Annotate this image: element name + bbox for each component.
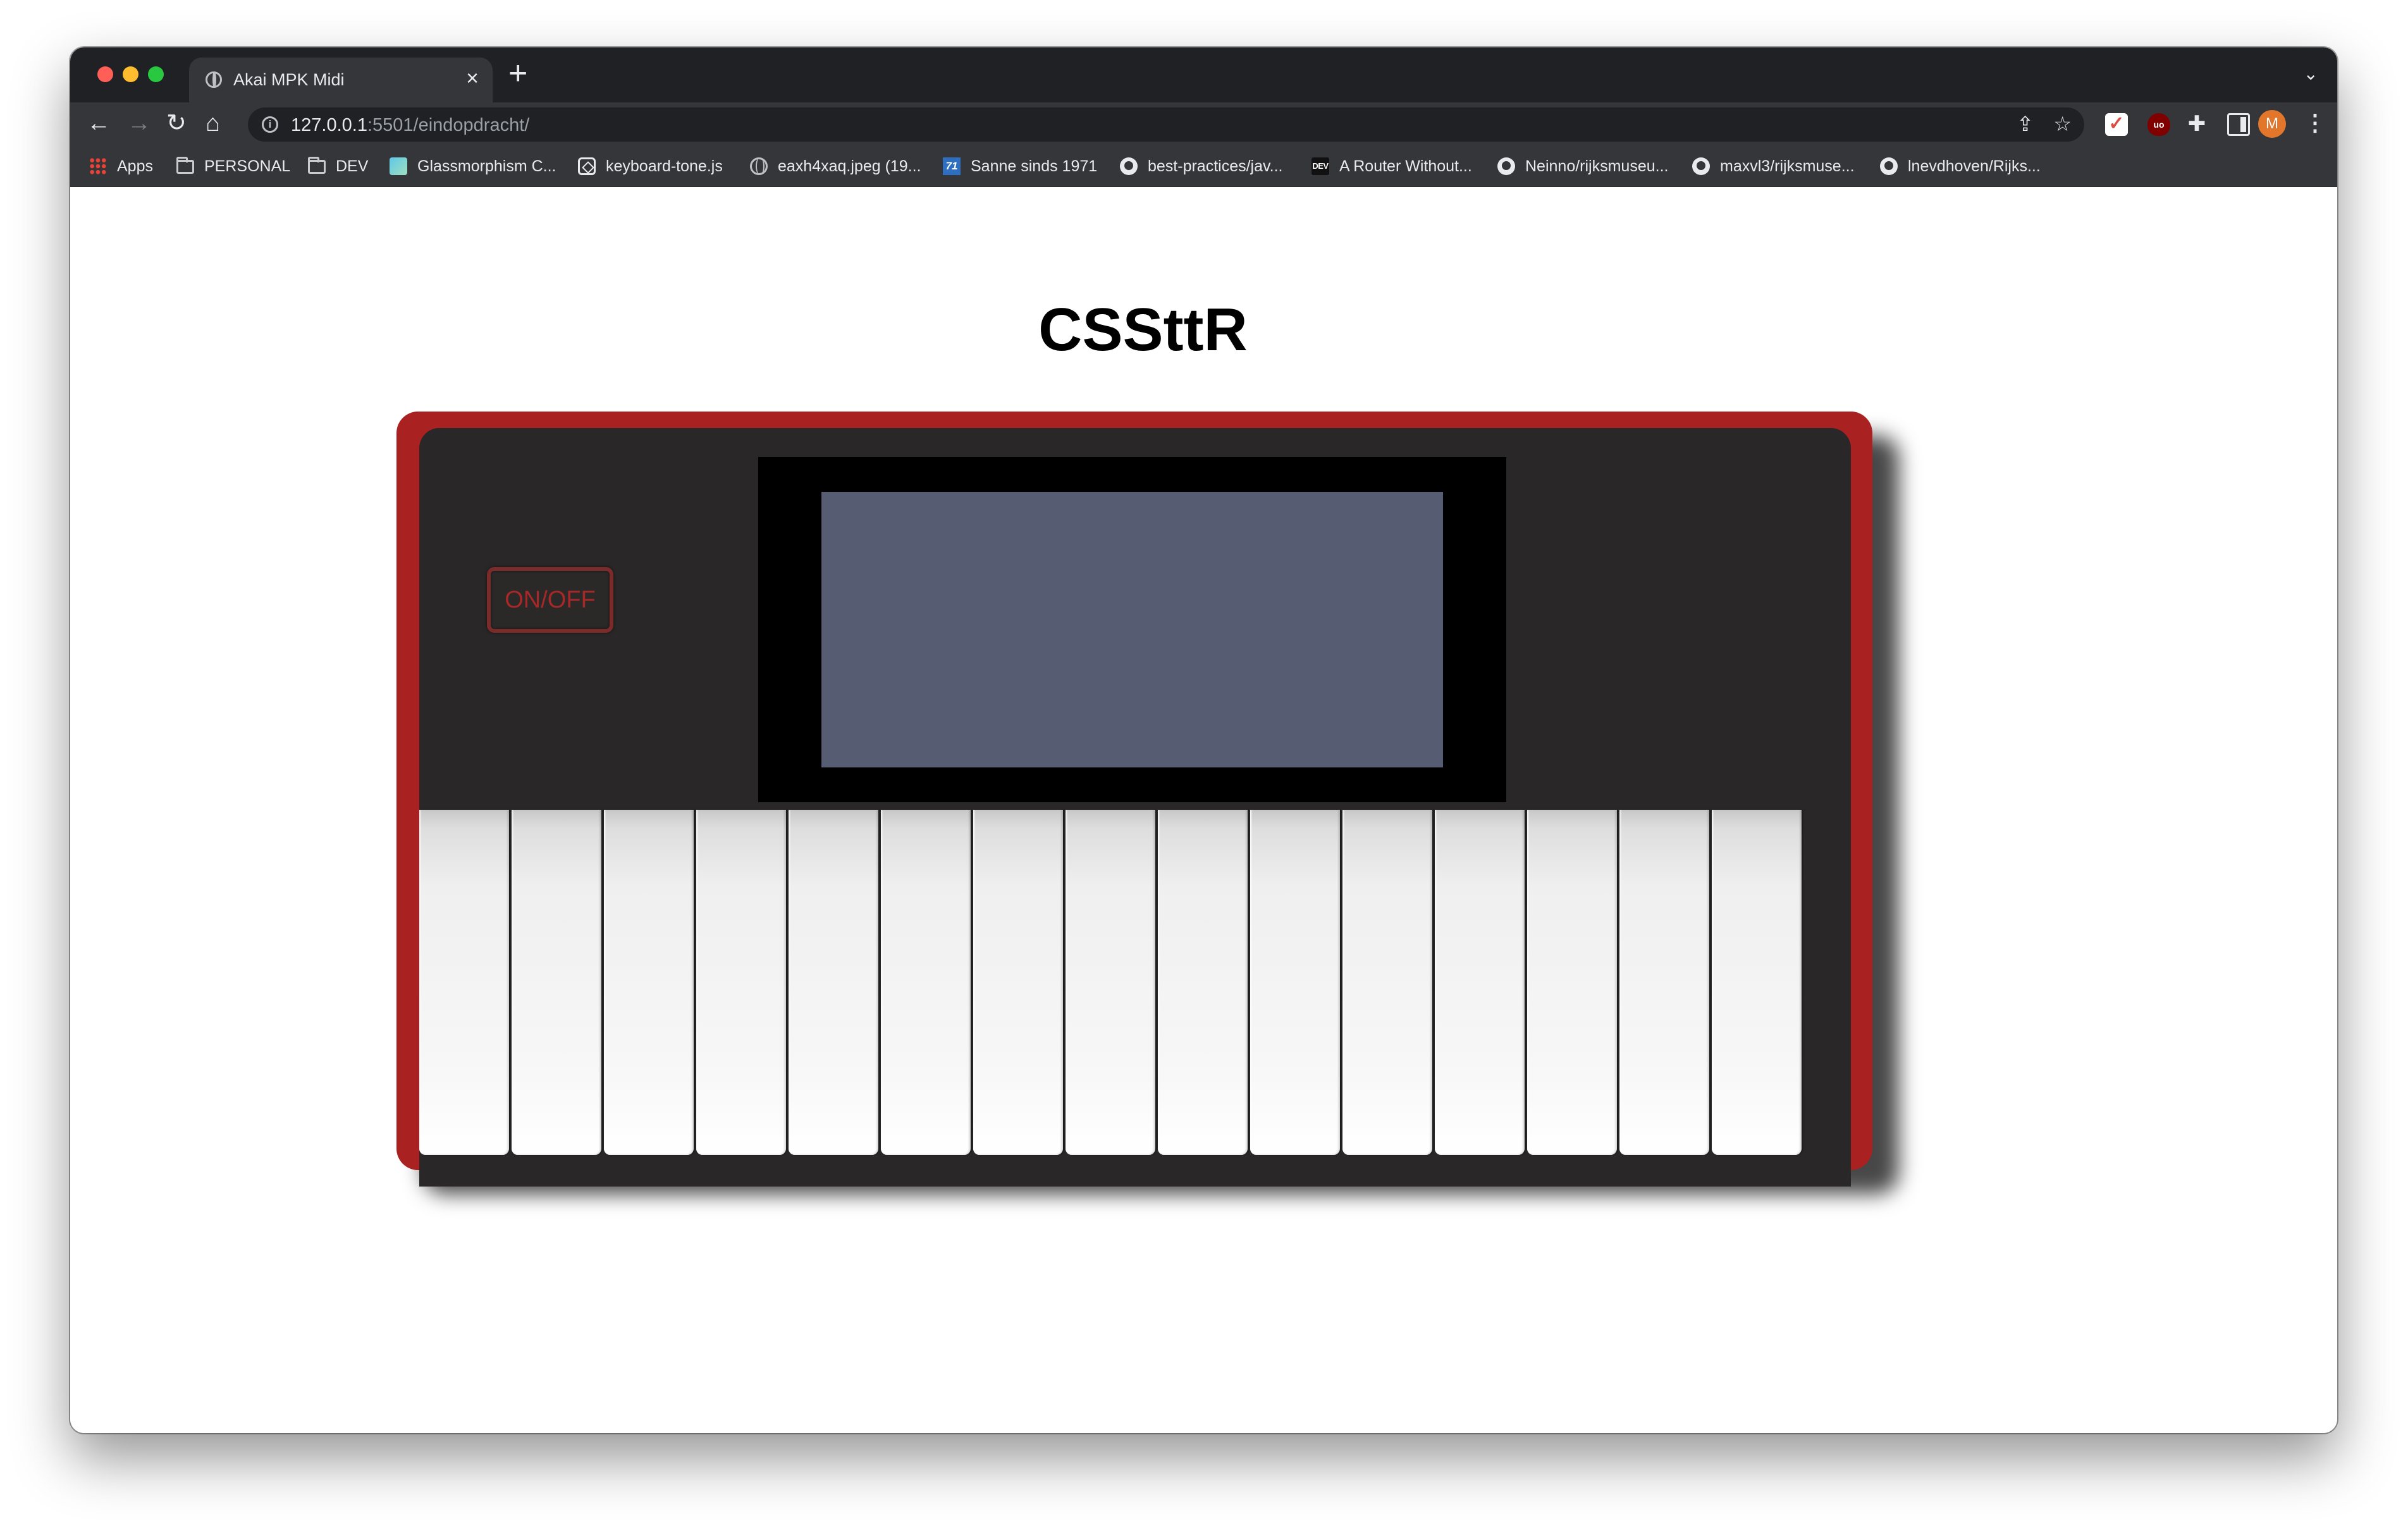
tab-bar: Akai MPK Midi × + ⌄ [70, 47, 2337, 102]
folder-icon [308, 157, 326, 174]
maximize-window-button[interactable] [148, 66, 164, 82]
piano-key[interactable] [696, 810, 786, 1155]
browser-toolbar: ← → ↻ ⌂ i 127.0.0.1:5501/eindopdracht/ ⇪… [70, 102, 2337, 146]
github-icon [1880, 157, 1898, 175]
back-arrow-icon[interactable]: ← [87, 111, 111, 135]
new-tab-button[interactable]: + [508, 57, 527, 90]
browser-menu-icon[interactable]: ⋮ [2304, 111, 2326, 134]
close-window-button[interactable] [97, 66, 113, 82]
dev-favicon: DEV [1312, 157, 1329, 175]
bookmark-best-practices[interactable]: best-practices/jav... [1120, 156, 1283, 177]
piano-key[interactable] [1342, 810, 1432, 1155]
bookmark-neinno-rijksmuseum[interactable]: Neinno/rijksmuseu... [1497, 156, 1668, 177]
piano-key[interactable] [1527, 810, 1617, 1155]
piano-key[interactable] [1066, 810, 1155, 1155]
piano-key[interactable] [512, 810, 601, 1155]
bookmark-folder-personal[interactable]: PERSONAL [176, 156, 290, 177]
power-button[interactable]: ON/OFF [487, 567, 613, 633]
bookmark-label: keyboard-tone.js [606, 157, 723, 175]
apps-grid-icon [89, 157, 107, 175]
piano-key[interactable] [1435, 810, 1525, 1155]
title-wrapper: CSSttR [70, 187, 2337, 377]
bookmark-folder-dev[interactable]: DEV [308, 156, 368, 177]
piano-key[interactable] [1619, 810, 1709, 1155]
url-text[interactable]: 127.0.0.1:5501/eindopdracht/ [291, 115, 529, 136]
bookmark-label: PERSONAL [204, 157, 291, 175]
piano-key[interactable] [1712, 810, 1802, 1155]
tab-close-icon[interactable]: × [466, 68, 479, 89]
todoist-extension-icon[interactable]: ✓ [2105, 113, 2128, 136]
profile-avatar[interactable]: M [2258, 110, 2286, 138]
piano-key[interactable] [1158, 810, 1248, 1155]
bookmark-label: Apps [117, 157, 153, 175]
piano-key[interactable] [604, 810, 694, 1155]
midi-keyboard: ON/OFF [396, 412, 1872, 1187]
tab-title: Akai MPK Midi [233, 70, 345, 89]
site-info-icon[interactable]: i [262, 116, 278, 133]
github-icon [1120, 157, 1138, 175]
extensions-puzzle-icon[interactable]: ✚ [2185, 113, 2208, 136]
browser-window: Akai MPK Midi × + ⌄ ← → ↻ ⌂ i 127.0.0.1:… [70, 47, 2337, 1433]
bookmark-label: A Router Without... [1339, 157, 1472, 175]
forward-arrow-icon[interactable]: → [127, 111, 151, 135]
github-icon [1497, 157, 1515, 175]
share-icon[interactable]: ⇪ [2017, 114, 2034, 134]
bookmark-label: best-practices/jav... [1148, 157, 1283, 175]
globe-icon [750, 157, 768, 175]
ublock-extension-icon[interactable]: uo [2147, 113, 2170, 136]
bookmark-maxvl3-rijksmuseum[interactable]: maxvl3/rijksmuse... [1692, 156, 1855, 177]
bookmark-label: Sanne sinds 1971 [971, 157, 1098, 175]
display-screen [821, 492, 1443, 767]
bookmark-label: Glassmorphism C... [417, 157, 556, 175]
piano-key[interactable] [789, 810, 878, 1155]
minimize-window-button[interactable] [123, 66, 138, 82]
bookmark-label: maxvl3/rijksmuse... [1720, 157, 1855, 175]
piano-key[interactable] [881, 810, 971, 1155]
bookmark-keyboard-tone[interactable]: keyboard-tone.js [578, 156, 723, 177]
bookmark-label: DEV [336, 157, 369, 175]
folder-icon [176, 157, 194, 174]
url-host: 127.0.0.1 [291, 115, 367, 135]
bookmark-label: Neinno/rijksmuseu... [1525, 157, 1669, 175]
bookmark-label: lnevdhoven/Rijks... [1908, 157, 2041, 175]
reload-icon[interactable]: ↻ [166, 111, 187, 135]
piano-key[interactable] [1250, 810, 1340, 1155]
page-content: CSSttR ON/OFF [70, 187, 2337, 1433]
bookmark-lnevdhoven-rijks[interactable]: lnevdhoven/Rijks... [1880, 156, 2041, 177]
github-icon [1692, 157, 1710, 175]
bookmark-label: eaxh4xaq.jpeg (19... [778, 157, 921, 175]
bookmark-eaxh4xaq[interactable]: eaxh4xaq.jpeg (19... [750, 156, 921, 177]
bookmark-a-router-without[interactable]: DEV A Router Without... [1312, 156, 1472, 177]
piano-key[interactable] [973, 810, 1063, 1155]
bookmark-glassmorphism[interactable]: Glassmorphism C... [390, 156, 556, 177]
tab-search-chevron-icon[interactable]: ⌄ [2304, 65, 2318, 83]
bookmark-apps[interactable]: Apps [89, 156, 153, 177]
bookmark-star-icon[interactable]: ☆ [2053, 114, 2072, 134]
page-title: CSSttR [1038, 296, 1248, 363]
piano-keys [419, 810, 1802, 1155]
address-bar[interactable]: i 127.0.0.1:5501/eindopdracht/ ⇪ ☆ [248, 107, 2084, 142]
display-bezel [758, 457, 1506, 802]
globe-icon [206, 71, 222, 88]
codesandbox-icon [578, 157, 596, 175]
piano-key[interactable] [419, 810, 509, 1155]
71-favicon: 71 [943, 157, 961, 175]
url-path: :5501/eindopdracht/ [367, 115, 530, 135]
side-panel-icon[interactable] [2227, 113, 2250, 136]
bookmark-sanne-sinds-1971[interactable]: 71 Sanne sinds 1971 [943, 156, 1097, 177]
bookmarks-bar: Apps PERSONAL DEV Glassmorphism C... key… [70, 146, 2337, 187]
home-icon[interactable]: ⌂ [206, 111, 220, 135]
glassmorphism-favicon [390, 157, 407, 175]
active-tab[interactable]: Akai MPK Midi × [189, 58, 493, 102]
